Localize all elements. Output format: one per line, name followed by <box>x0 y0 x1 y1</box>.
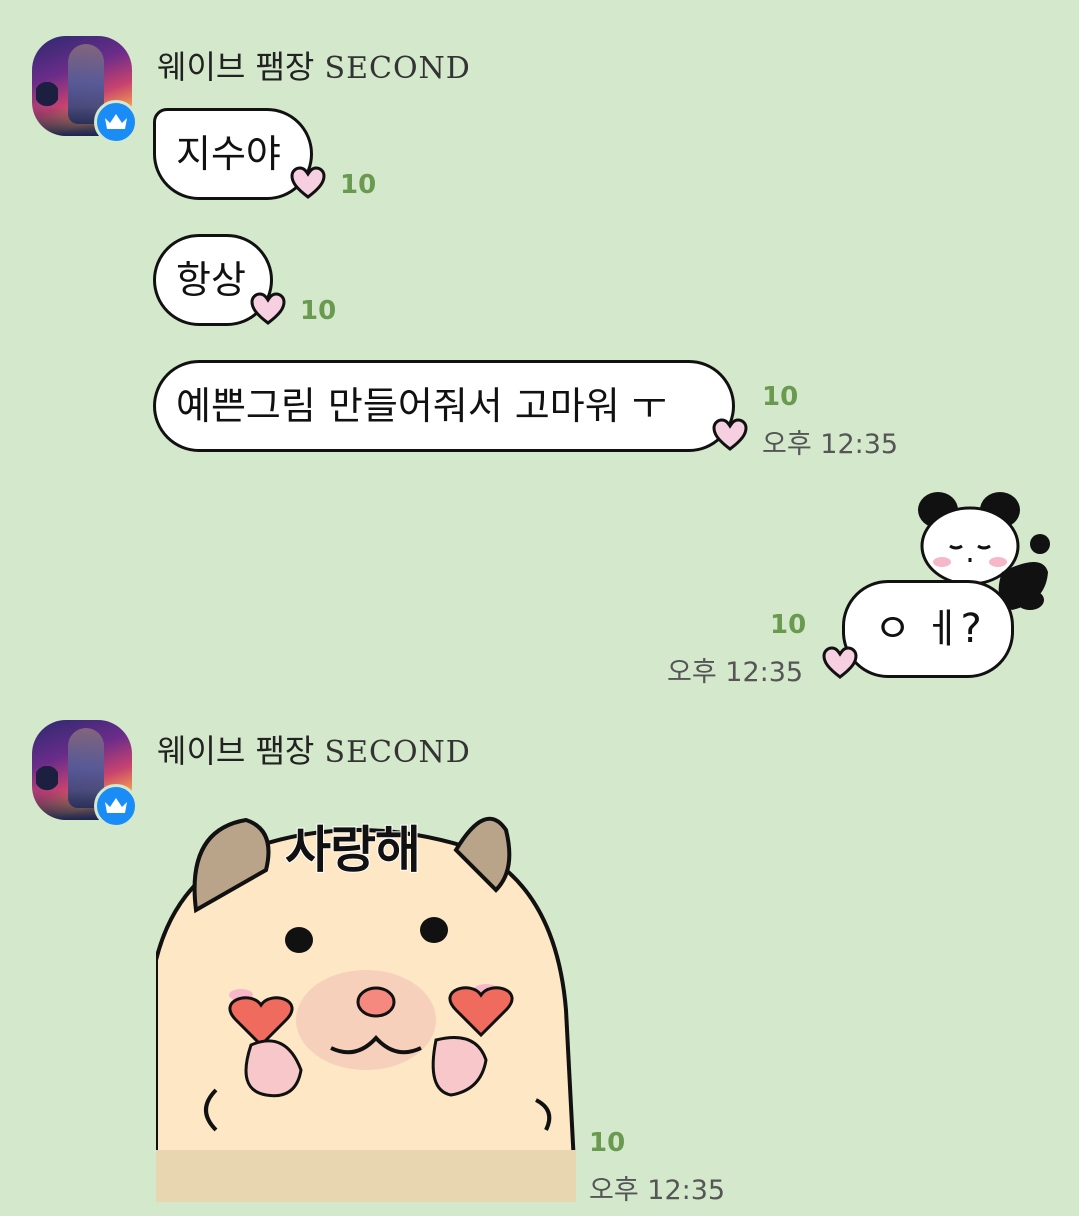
message-time: 오후 12:35 <box>667 657 804 688</box>
sender-name[interactable]: 웨이브 팸장 SECOND <box>157 726 471 772</box>
read-count: 10 <box>762 382 799 412</box>
my-message-bubble[interactable]: ㅇ ㅔ? <box>842 580 1014 678</box>
message-bubble[interactable]: 지수야 <box>153 108 313 200</box>
sender-name[interactable]: 웨이브 팸장 SECOND <box>157 42 471 88</box>
heart-icon[interactable] <box>250 292 286 326</box>
heart-icon[interactable] <box>822 646 858 680</box>
crown-icon <box>94 784 138 828</box>
read-count: 10 <box>770 610 807 640</box>
heart-icon[interactable] <box>712 418 748 452</box>
heart-icon[interactable] <box>290 166 326 200</box>
read-count: 10 <box>340 170 377 200</box>
message-time: 오후 12:35 <box>589 1175 726 1206</box>
read-count: 10 <box>300 296 337 326</box>
crown-icon <box>94 100 138 144</box>
sticker-text: 사랑해 <box>284 820 422 880</box>
read-count: 10 <box>589 1128 626 1158</box>
message-bubble[interactable]: 예쁜그림 만들어줘서 고마워 ㅜ <box>153 360 735 452</box>
message-time: 오후 12:35 <box>762 429 899 460</box>
